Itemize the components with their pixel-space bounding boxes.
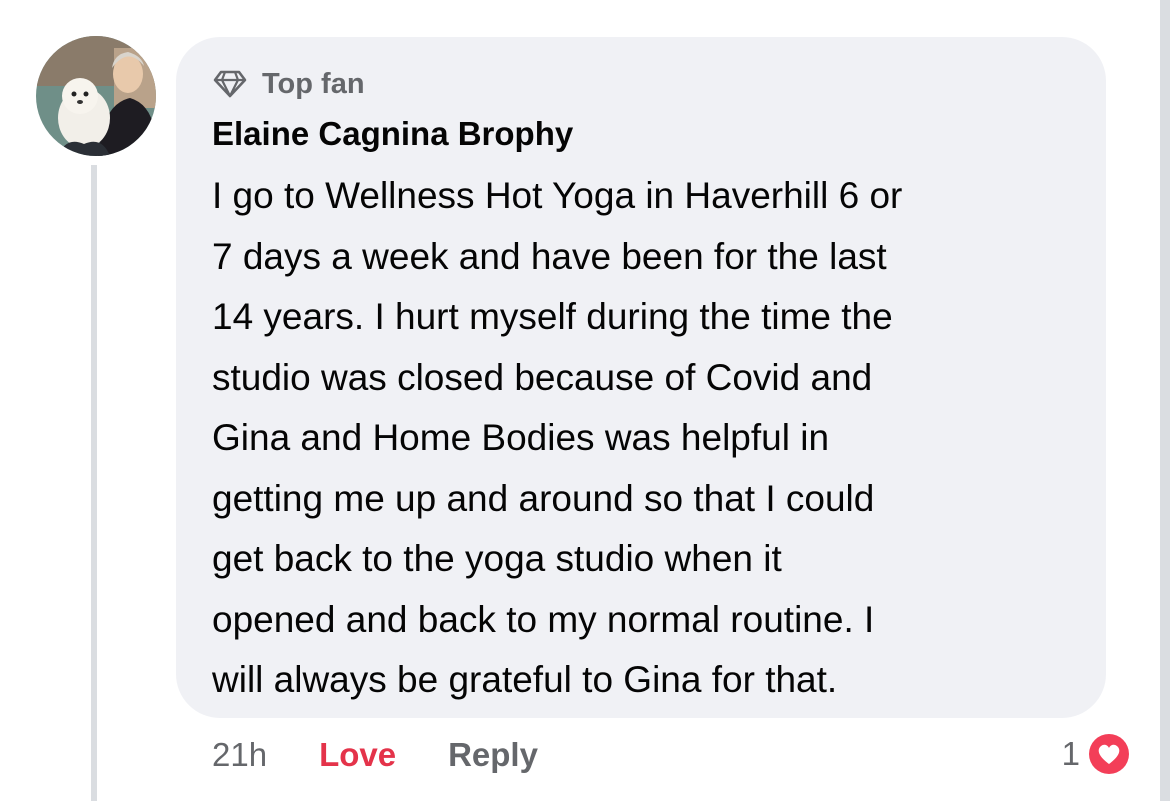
comment-text: I go to Wellness Hot Yoga in Haverhill 6… [212,166,1070,711]
thread-line [91,165,97,801]
scroll-edge [1160,0,1170,801]
badge-label: Top fan [262,67,365,100]
comment-line: get back to the yoga studio when it [212,538,782,579]
avatar[interactable] [36,36,156,156]
comment-actions: 21h Love Reply [212,732,538,778]
comment-line: 14 years. I hurt myself during the time … [212,296,893,337]
comment-line: will always be grateful to Gina for that… [212,659,838,700]
comment-author[interactable]: Elaine Cagnina Brophy [212,114,1070,154]
comment-bubble: Top fan Elaine Cagnina Brophy I go to We… [176,37,1106,718]
comment-line: getting me up and around so that I could [212,477,875,519]
comment-line: opened and back to my normal routine. I [212,598,875,640]
comment-thread: Top fan Elaine Cagnina Brophy I go to We… [0,0,1170,801]
reply-button[interactable]: Reply [448,736,538,774]
comment-line: studio was closed because of Covid and [212,356,873,398]
diamond-icon [213,70,247,98]
comment-line: Gina and Home Bodies was helpful in [212,417,830,458]
love-button[interactable]: Love [319,736,396,774]
comment-line: I go to Wellness Hot Yoga in Haverhill 6… [212,175,903,216]
heart-reaction-icon [1084,729,1134,779]
avatar-photo [36,36,156,156]
top-fan-badge[interactable]: Top fan [212,67,1070,101]
reaction-count: 1 [1061,735,1080,772]
reaction-summary[interactable]: 1 [1062,728,1134,780]
comment-timestamp[interactable]: 21h [212,736,267,774]
comment-line: 7 days a week and have been for the last [212,235,887,277]
